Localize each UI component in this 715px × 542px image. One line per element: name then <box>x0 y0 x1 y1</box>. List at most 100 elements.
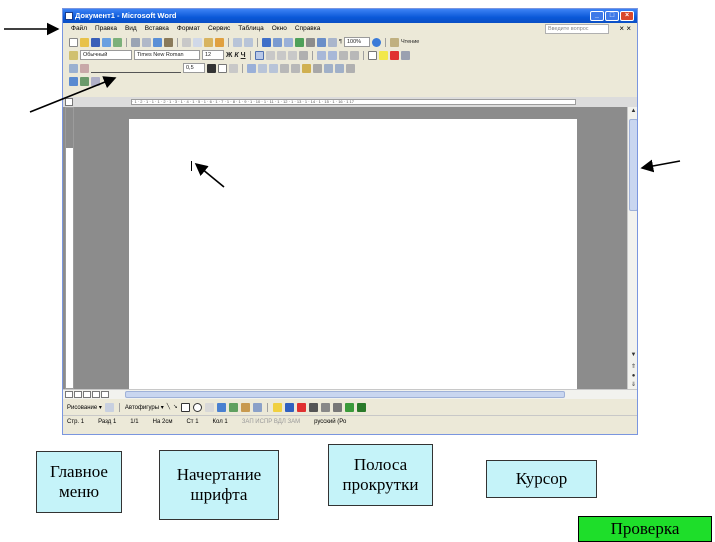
align-center-icon[interactable] <box>265 50 275 60</box>
review-icon[interactable] <box>69 76 78 86</box>
show-formatting-icon[interactable]: ¶ <box>339 39 342 45</box>
new-document-icon[interactable] <box>69 37 78 47</box>
decrease-indent-icon[interactable] <box>338 50 348 60</box>
option-font-style[interactable]: Начертание шрифта <box>159 450 279 520</box>
spelling-icon[interactable] <box>153 37 162 47</box>
diagram-icon[interactable] <box>228 402 238 412</box>
menu-item-window[interactable]: Окно <box>272 23 287 35</box>
check-button[interactable]: Проверка <box>578 516 712 542</box>
borders-icon[interactable] <box>367 50 377 60</box>
save-icon[interactable] <box>91 37 100 47</box>
tab-selector-icon[interactable] <box>65 98 73 106</box>
styles-icon[interactable] <box>69 50 78 60</box>
line-color-icon[interactable] <box>284 402 294 412</box>
macro-icon[interactable] <box>80 76 89 86</box>
border-color-icon[interactable] <box>207 63 216 73</box>
menu-item-format[interactable]: Формат <box>177 23 200 35</box>
select-browse-object-icon[interactable]: ● <box>629 372 637 380</box>
bold-button[interactable]: Ж <box>226 52 232 59</box>
option-main-menu[interactable]: Главное меню <box>36 451 122 513</box>
undo-icon[interactable] <box>233 37 242 47</box>
font-color-icon-2[interactable] <box>296 402 306 412</box>
arrow-style-icon[interactable] <box>332 402 342 412</box>
menu-item-file[interactable]: Файл <box>71 23 87 35</box>
outside-border-icon[interactable] <box>218 63 227 73</box>
eraser-icon[interactable] <box>80 63 89 73</box>
numbering-icon[interactable] <box>316 50 326 60</box>
line-icon[interactable]: ╲ <box>167 404 170 410</box>
sort-ascending-icon[interactable] <box>324 63 333 73</box>
help-search-input[interactable]: Введите вопрос <box>545 24 609 34</box>
picture-icon[interactable] <box>252 402 262 412</box>
line-width-select[interactable]: 0,5 <box>183 63 205 73</box>
italic-button[interactable]: К <box>234 52 238 59</box>
insert-table-icon[interactable] <box>284 37 293 47</box>
align-right-icon[interactable] <box>276 50 286 60</box>
justify-icon[interactable] <box>287 50 297 60</box>
vertical-scrollbar[interactable]: ▲ ▼ ⇑ ● ⇓ <box>627 107 637 389</box>
font-size-select[interactable]: 12 <box>202 50 224 60</box>
print-icon[interactable] <box>131 37 140 47</box>
font-select[interactable]: Times New Roman <box>134 50 200 60</box>
shading-icon[interactable] <box>229 63 238 73</box>
print-preview-icon[interactable] <box>142 37 151 47</box>
option-cursor[interactable]: Курсор <box>486 460 597 498</box>
scroll-down-icon[interactable]: ▼ <box>629 351 637 359</box>
align-cell-icon[interactable] <box>280 63 289 73</box>
horizontal-ruler[interactable]: · 1 · 2 · 1 · 1 · 1 · 2 · 1 · 3 · 1 · 4 … <box>63 97 637 107</box>
minimize-icon[interactable]: _ <box>590 11 604 21</box>
textbox-icon[interactable] <box>204 402 214 412</box>
option-scrollbar[interactable]: Полоса прокрутки <box>328 444 433 506</box>
split-cells-icon[interactable] <box>269 63 278 73</box>
open-folder-icon[interactable] <box>80 37 89 47</box>
fill-color-icon[interactable] <box>272 402 282 412</box>
distribute-rows-icon[interactable] <box>291 63 300 73</box>
scrollbar-thumb[interactable] <box>629 119 637 211</box>
shadow-icon[interactable] <box>344 402 354 412</box>
menu-item-tools[interactable]: Сервис <box>208 23 230 35</box>
email-icon[interactable] <box>113 37 122 47</box>
draw-menu[interactable]: Рисование ▾ <box>67 404 102 411</box>
underline-button[interactable]: Ч <box>241 52 246 59</box>
wordart-icon[interactable] <box>216 402 226 412</box>
increase-indent-icon[interactable] <box>349 50 359 60</box>
format-painter-icon[interactable] <box>215 37 224 47</box>
autoshapes-menu[interactable]: Автофигуры ▾ <box>125 404 164 411</box>
customize-icon[interactable] <box>91 76 100 86</box>
insert-excel-icon[interactable] <box>295 37 304 47</box>
copy-icon[interactable] <box>193 37 202 47</box>
style-select[interactable]: Обычный <box>80 50 132 60</box>
paste-icon[interactable] <box>204 37 213 47</box>
dash-style-icon[interactable] <box>320 402 330 412</box>
next-page-icon[interactable]: ⇓ <box>629 381 637 389</box>
oval-icon[interactable] <box>192 402 202 412</box>
document-close-icon[interactable]: × × <box>619 23 631 35</box>
autosum-icon[interactable] <box>346 63 355 73</box>
print-layout-icon[interactable] <box>83 391 91 398</box>
outline-view-icon[interactable] <box>92 391 100 398</box>
clipart-icon[interactable] <box>240 402 250 412</box>
zoom-select[interactable]: 100% <box>343 37 370 47</box>
research-icon[interactable] <box>164 37 173 47</box>
align-left-icon[interactable] <box>254 50 264 60</box>
symbol-icon[interactable] <box>400 50 410 60</box>
hyperlink-icon[interactable] <box>262 37 271 47</box>
sort-descending-icon[interactable] <box>335 63 344 73</box>
menu-item-help[interactable]: Справка <box>295 23 321 35</box>
tables-borders-icon[interactable] <box>273 37 282 47</box>
3d-icon[interactable] <box>356 402 366 412</box>
select-objects-icon[interactable] <box>104 402 114 412</box>
line-style-select[interactable] <box>91 63 181 73</box>
arrow-icon[interactable]: ↘ <box>173 404 178 410</box>
document-area[interactable] <box>63 107 627 389</box>
font-color-icon[interactable] <box>389 50 399 60</box>
columns-icon[interactable] <box>306 37 315 47</box>
vertical-ruler[interactable] <box>65 107 74 389</box>
reading-view-icon[interactable] <box>101 391 109 398</box>
menu-item-edit[interactable]: Правка <box>95 23 117 35</box>
maximize-icon[interactable]: □ <box>605 11 619 21</box>
normal-view-icon[interactable] <box>65 391 73 398</box>
menu-item-table[interactable]: Таблица <box>238 23 264 35</box>
document-page[interactable] <box>129 119 577 389</box>
highlight-icon[interactable] <box>378 50 388 60</box>
